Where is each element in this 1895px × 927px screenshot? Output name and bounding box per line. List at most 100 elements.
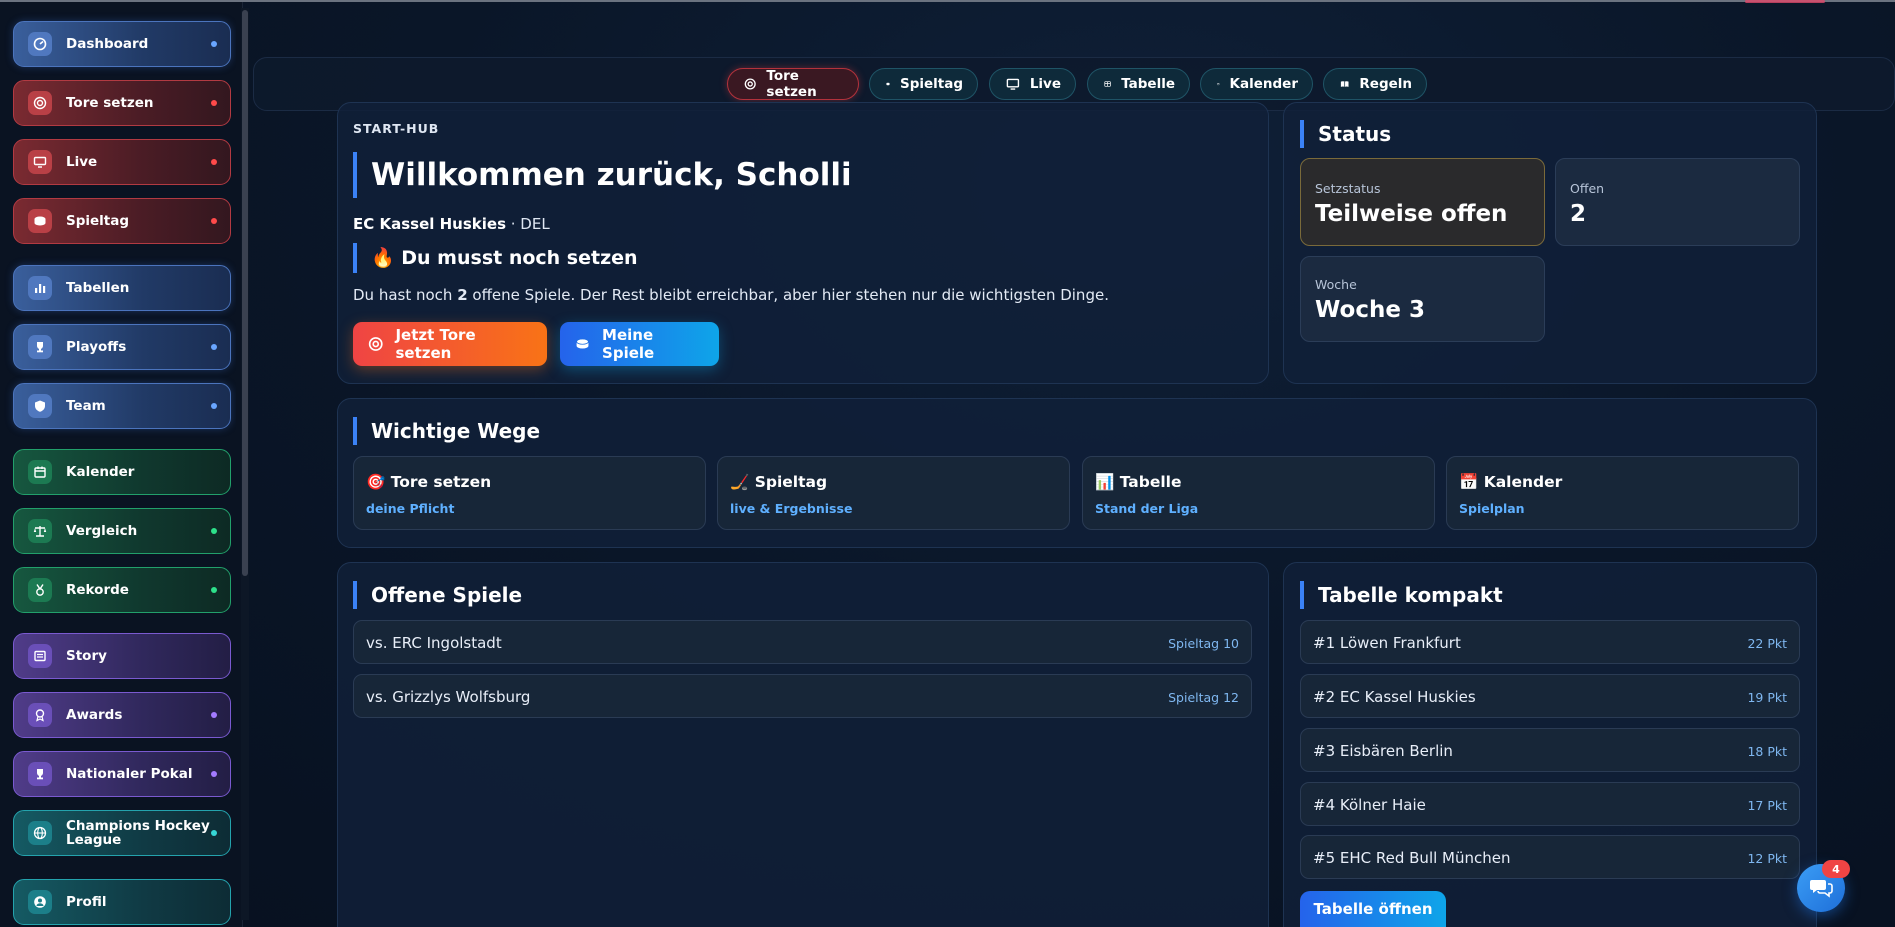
sidebar-item-profil[interactable]: Profil (13, 879, 231, 925)
cup-icon (28, 762, 52, 786)
way-spieltag[interactable]: 🏒 Spieltag live & Ergebnisse (717, 456, 1070, 530)
topnav-live[interactable]: Live (989, 68, 1076, 100)
sidebar-item-label: Nationaler Pokal (66, 766, 193, 782)
sidebar-nav-list: Dashboard Tore setzen Live Spieltag Tabe… (0, 2, 236, 927)
table-row: #1 Löwen Frankfurt 22 Pkt (1300, 620, 1800, 664)
week-value: Woche 3 (1315, 297, 1425, 323)
way-subtitle: live & Ergebnisse (730, 501, 853, 516)
way-title: 🏒 Spieltag (730, 473, 828, 491)
topnav-label: Spieltag (899, 76, 963, 92)
way-title: 📅 Kalender (1459, 473, 1563, 491)
sidebar-item-vergleich[interactable]: Vergleich (13, 508, 231, 554)
league-name: · DEL (506, 215, 550, 233)
setzstatus-value: Teilweise offen (1315, 201, 1508, 227)
puck-icon (886, 82, 890, 86)
topnav-tabelle[interactable]: Tabelle (1087, 68, 1190, 100)
sidebar-item-playoffs[interactable]: Playoffs (13, 324, 231, 370)
sidebar-item-label: Team (66, 398, 106, 414)
sidebar-item-label: Tore setzen (66, 95, 154, 111)
opponent: vs. ERC Ingolstadt (366, 634, 502, 652)
open-table-button[interactable]: Tabelle öffnen (1300, 891, 1446, 927)
calendar-icon (1217, 82, 1220, 86)
sidebar-item-dashboard[interactable]: Dashboard (13, 21, 231, 67)
important-ways-title: Wichtige Wege (353, 417, 540, 445)
sidebar-item-kalender[interactable]: Kalender (13, 449, 231, 495)
way-tore-setzen[interactable]: 🎯 Tore setzen deine Pflicht (353, 456, 706, 530)
sidebar-item-story[interactable]: Story (13, 633, 231, 679)
setzstatus-tile: Setzstatus Teilweise offen (1300, 158, 1545, 246)
sidebar-item-rekorde[interactable]: Rekorde (13, 567, 231, 613)
sidebar-status-dot (211, 528, 217, 534)
matchday: Spieltag 10 (1168, 636, 1239, 651)
team-line: EC Kassel Huskies · DEL (353, 215, 550, 233)
open-count: 2 (457, 286, 468, 304)
team-rank: #5 EHC Red Bull München (1313, 849, 1511, 867)
open-games-title: Offene Spiele (353, 581, 522, 609)
sidebar-status-dot (211, 771, 217, 777)
sidebar-item-awards[interactable]: Awards (13, 692, 231, 738)
compact-table-title: Tabelle kompakt (1300, 581, 1503, 609)
sidebar-item-nationaler-pokal[interactable]: Nationaler Pokal (13, 751, 231, 797)
monitor-icon (28, 150, 52, 174)
sidebar-status-dot (211, 587, 217, 593)
team-points: 17 Pkt (1747, 798, 1787, 813)
sidebar-item-tabellen[interactable]: Tabellen (13, 265, 231, 311)
table-row: #3 Eisbären Berlin 18 Pkt (1300, 728, 1800, 772)
open-tile: Offen 2 (1555, 158, 1800, 246)
way-title: 🎯 Tore setzen (366, 473, 492, 491)
topnav-tore-setzen[interactable]: Tore setzen (727, 68, 859, 100)
table-icon (1104, 81, 1111, 87)
way-tabelle[interactable]: 📊 Tabelle Stand der Liga (1082, 456, 1435, 530)
gauge-icon (28, 32, 52, 56)
top-edge-marker (1745, 0, 1825, 3)
open-games-text: Du hast noch 2 offene Spiele. Der Rest b… (353, 286, 1109, 304)
button-label: Meine Spiele (602, 326, 655, 362)
week-tile: Woche Woche 3 (1300, 256, 1545, 342)
sidebar-item-champions-hockey-league[interactable]: Champions Hockey League (13, 810, 231, 856)
team-name: EC Kassel Huskies (353, 215, 506, 233)
sidebar-status-dot (211, 403, 217, 409)
target-icon (744, 78, 756, 90)
sidebar-item-label: Vergleich (66, 523, 138, 539)
scale-icon (28, 519, 52, 543)
team-rank: #3 Eisbären Berlin (1313, 742, 1453, 760)
sidebar-scrollbar-thumb[interactable] (242, 10, 248, 576)
way-subtitle: Spielplan (1459, 501, 1525, 516)
sidebar-status-dot (211, 41, 217, 47)
my-games-button[interactable]: Meine Spiele (560, 322, 719, 366)
open-games-card (337, 562, 1269, 927)
sidebar-item-team[interactable]: Team (13, 383, 231, 429)
way-title: 📊 Tabelle (1095, 473, 1182, 491)
set-goals-button[interactable]: Jetzt Tore setzen (353, 322, 547, 366)
sidebar-status-dot (211, 712, 217, 718)
way-subtitle: deine Pflicht (366, 501, 455, 516)
medal-icon (28, 578, 52, 602)
topnav-label: Tabelle (1121, 76, 1175, 92)
sidebar-item-tore-setzen[interactable]: Tore setzen (13, 80, 231, 126)
bar-chart-icon (28, 276, 52, 300)
topnav-kalender[interactable]: Kalender (1200, 68, 1313, 100)
way-kalender[interactable]: 📅 Kalender Spielplan (1446, 456, 1799, 530)
opponent: vs. Grizzlys Wolfsburg (366, 688, 531, 706)
topnav-spieltag[interactable]: Spieltag (869, 68, 978, 100)
target-icon (368, 337, 383, 351)
sidebar-status-dot (211, 159, 217, 165)
sidebar-item-spieltag[interactable]: Spieltag (13, 198, 231, 244)
open-text-post: offene Spiele. Der Rest bleibt erreichba… (467, 286, 1109, 304)
topnav-label: Regeln (1359, 76, 1412, 92)
open-label: Offen (1570, 181, 1605, 196)
open-game-row[interactable]: vs. Grizzlys Wolfsburg Spieltag 12 (353, 674, 1252, 718)
topnav-regeln[interactable]: Regeln (1323, 68, 1427, 100)
sidebar-item-label: Spieltag (66, 213, 130, 229)
puck-icon (28, 209, 52, 233)
target-icon (28, 91, 52, 115)
welcome-heading: Willkommen zurück, Scholli (353, 152, 852, 198)
sidebar-status-dot (211, 830, 217, 836)
topnav-label: Tore setzen (766, 68, 817, 100)
table-row: #4 Kölner Haie 17 Pkt (1300, 782, 1800, 826)
user-icon (28, 890, 52, 914)
sidebar-item-label: Rekorde (66, 582, 129, 598)
sidebar-item-live[interactable]: Live (13, 139, 231, 185)
sidebar: Dashboard Tore setzen Live Spieltag Tabe… (0, 2, 249, 927)
open-game-row[interactable]: vs. ERC Ingolstadt Spieltag 10 (353, 620, 1252, 664)
